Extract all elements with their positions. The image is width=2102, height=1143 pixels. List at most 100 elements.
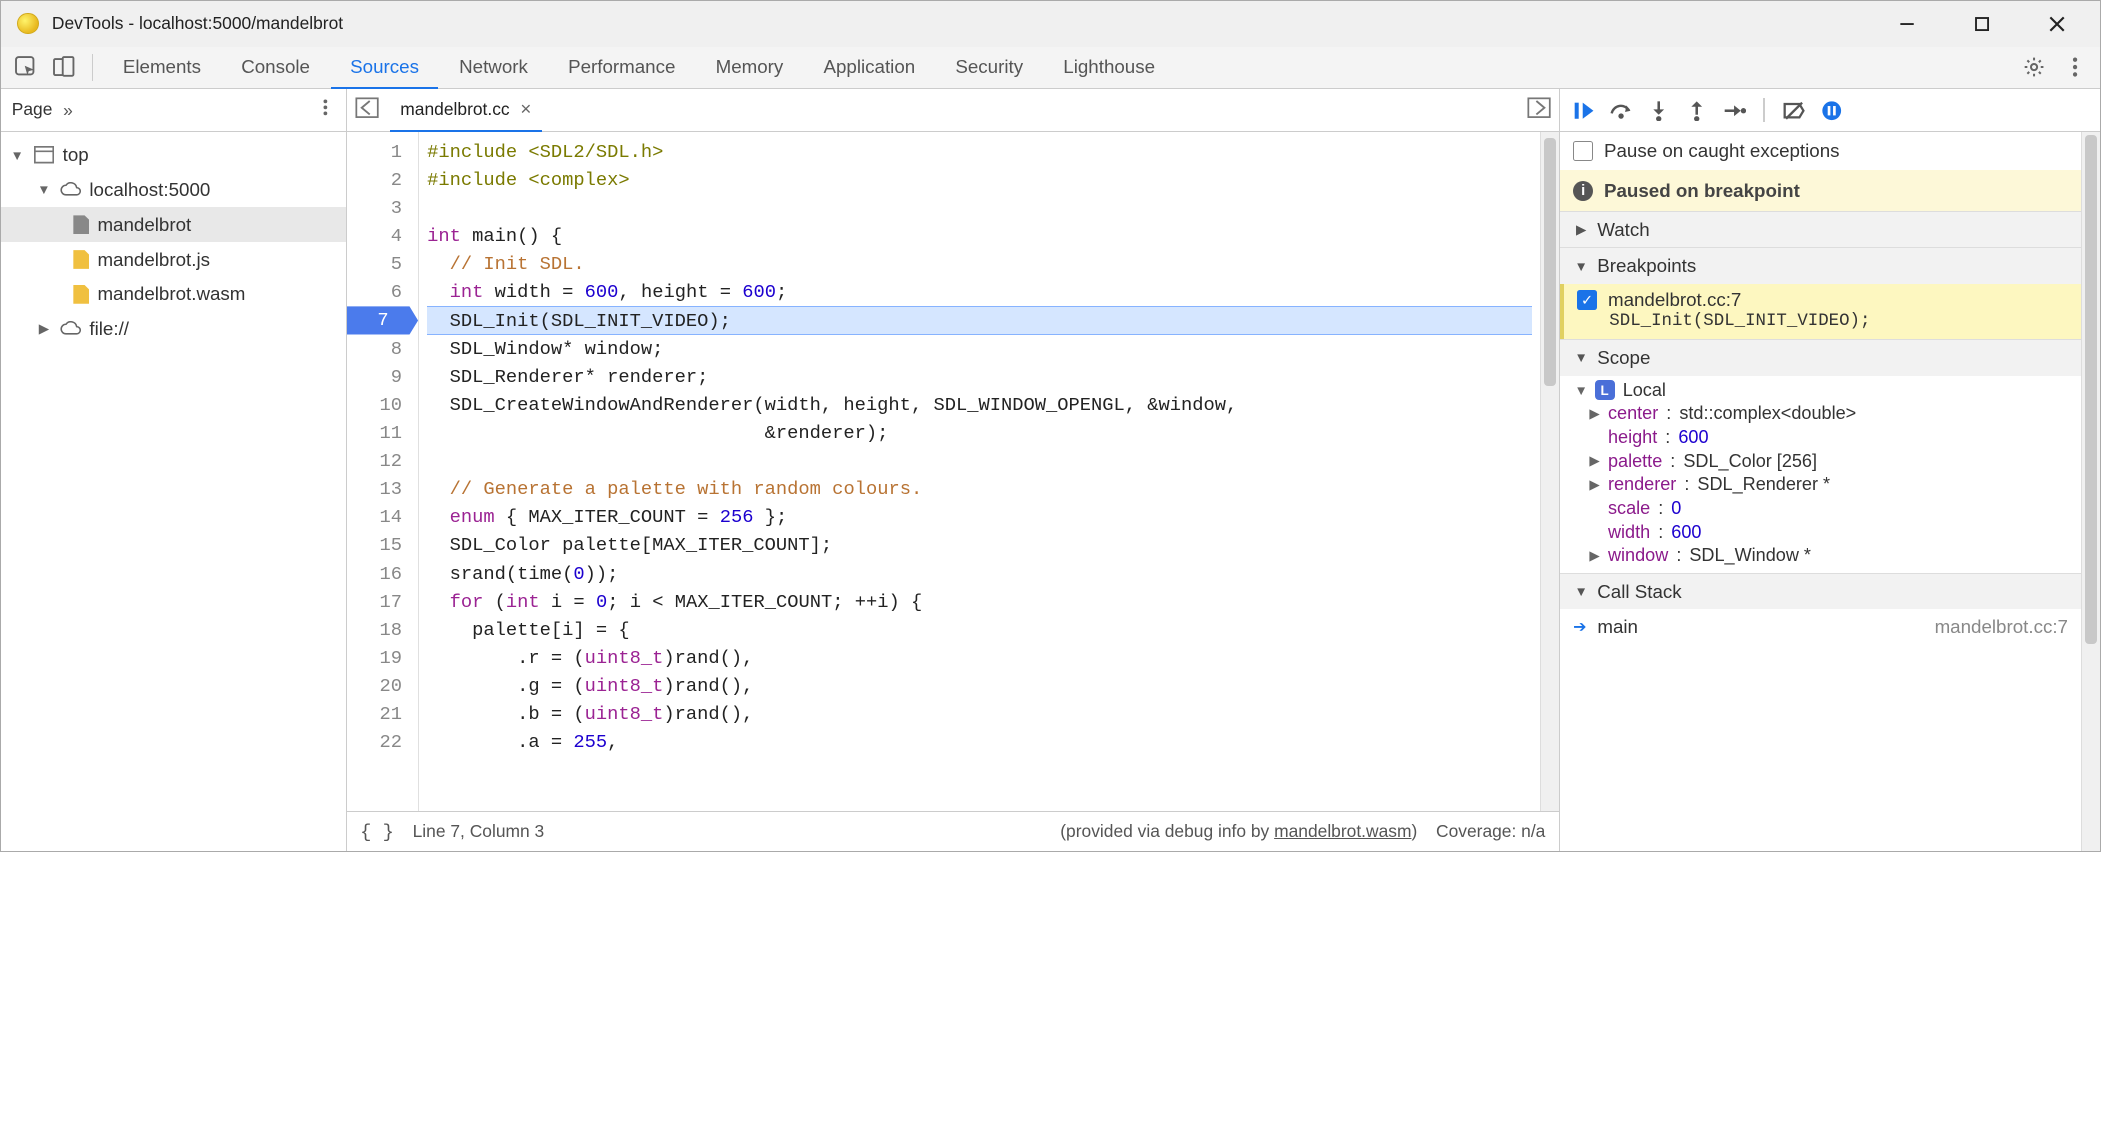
pause-on-caught-row[interactable]: Pause on caught exceptions: [1560, 132, 2082, 170]
scope-body: L Local center: std::complex<double>heig…: [1560, 376, 2082, 573]
open-file-tab[interactable]: mandelbrot.cc ×: [390, 89, 542, 132]
tree-node-file-scheme[interactable]: file://: [1, 312, 346, 347]
current-frame-icon: ➔: [1573, 617, 1586, 637]
local-badge-icon: L: [1595, 380, 1615, 400]
tree-node-file-wasm[interactable]: mandelbrot.wasm: [1, 277, 346, 312]
step-over-icon[interactable]: [1605, 94, 1637, 126]
section-watch[interactable]: Watch: [1560, 211, 2082, 247]
resume-button-icon[interactable]: [1568, 94, 1600, 126]
toggle-navigator-icon[interactable]: [355, 97, 379, 123]
disclosure-triangle-icon[interactable]: [1587, 548, 1603, 564]
disclosure-triangle-icon[interactable]: [1587, 477, 1603, 493]
toggle-debugger-icon[interactable]: [1527, 97, 1551, 123]
more-menu-icon[interactable]: [2057, 50, 2092, 85]
breakpoint-checkbox[interactable]: ✓: [1577, 290, 1597, 310]
scope-var-row[interactable]: width: 600: [1560, 520, 2082, 544]
scope-var-row[interactable]: scale: 0: [1560, 497, 2082, 521]
line-gutter[interactable]: 12345678910111213141516171819202122: [347, 132, 419, 811]
tab-application[interactable]: Application: [805, 46, 934, 89]
editor-scrollbar[interactable]: [1540, 132, 1559, 811]
disclosure-triangle-icon[interactable]: [1573, 350, 1589, 365]
disclosure-triangle-icon[interactable]: [36, 321, 52, 337]
tab-console[interactable]: Console: [222, 46, 328, 89]
file-tree: top localhost:5000 mandelbrot: [1, 132, 346, 851]
scrollbar-thumb[interactable]: [2085, 135, 2097, 644]
editor-statusbar: { } Line 7, Column 3 (provided via debug…: [347, 811, 1559, 851]
tree-node-file-html[interactable]: mandelbrot: [1, 207, 346, 242]
debugger-pane: Pause on caught exceptions i Paused on b…: [1559, 89, 2100, 851]
window-close-button[interactable]: [2038, 6, 2076, 41]
scrollbar-thumb[interactable]: [1544, 138, 1556, 386]
debug-info-source: (provided via debug info by mandelbrot.w…: [1060, 821, 1417, 842]
tab-network[interactable]: Network: [440, 46, 546, 89]
navigator-more-menu-icon[interactable]: [316, 98, 335, 122]
info-icon: i: [1573, 181, 1593, 201]
close-tab-icon[interactable]: ×: [520, 98, 531, 120]
breakpoint-item[interactable]: ✓ mandelbrot.cc:7 SDL_Init(SDL_INIT_VIDE…: [1560, 284, 2082, 339]
navigator-more-tabs[interactable]: »: [63, 100, 73, 121]
section-callstack[interactable]: Call Stack: [1560, 573, 2082, 609]
scope-var-row[interactable]: height: 600: [1560, 426, 2082, 450]
pretty-print-icon[interactable]: { }: [360, 821, 394, 843]
disclosure-triangle-icon[interactable]: [9, 148, 25, 163]
wasm-file-icon: [73, 285, 89, 304]
tree-label-file: mandelbrot.js: [97, 249, 210, 271]
pause-on-caught-checkbox[interactable]: [1573, 141, 1593, 161]
tab-memory[interactable]: Memory: [697, 46, 802, 89]
tree-label-file: mandelbrot.wasm: [97, 283, 245, 305]
settings-gear-icon[interactable]: [2017, 50, 2052, 85]
tab-sources[interactable]: Sources: [331, 46, 437, 89]
tab-security[interactable]: Security: [937, 46, 1042, 89]
deactivate-breakpoints-icon[interactable]: [1778, 94, 1810, 126]
window-title: DevTools - localhost:5000/mandelbrot: [52, 13, 343, 34]
window-minimize-button[interactable]: [1888, 6, 1926, 41]
scope-var-row[interactable]: center: std::complex<double>: [1560, 402, 2082, 426]
scope-var-value: 600: [1678, 427, 1708, 448]
section-scope-label: Scope: [1597, 347, 1650, 369]
scope-var-name: scale: [1608, 498, 1650, 519]
debugger-scrollbar[interactable]: [2081, 132, 2100, 851]
disclosure-triangle-icon[interactable]: [1587, 453, 1603, 469]
scope-var-name: height: [1608, 427, 1657, 448]
scope-var-value: std::complex<double>: [1679, 403, 1856, 424]
scope-var-value: SDL_Window *: [1689, 545, 1811, 566]
section-scope[interactable]: Scope: [1560, 339, 2082, 375]
scope-local-header[interactable]: L Local: [1560, 378, 2082, 402]
tab-performance[interactable]: Performance: [549, 46, 694, 89]
disclosure-triangle-icon[interactable]: [1573, 383, 1589, 398]
scope-var-row[interactable]: renderer: SDL_Renderer *: [1560, 473, 2082, 497]
disclosure-triangle-icon[interactable]: [1573, 584, 1589, 599]
disclosure-triangle-icon[interactable]: [1573, 259, 1589, 274]
tab-lighthouse[interactable]: Lighthouse: [1045, 46, 1174, 89]
devtools-window: DevTools - localhost:5000/mandelbrot Ele…: [0, 0, 2101, 852]
breakpoint-location: mandelbrot.cc:7: [1608, 289, 1741, 311]
disclosure-triangle-icon[interactable]: [36, 182, 52, 197]
section-breakpoints[interactable]: Breakpoints: [1560, 247, 2082, 283]
callstack-location: mandelbrot.cc:7: [1935, 616, 2068, 638]
window-maximize-button[interactable]: [1963, 6, 2001, 41]
step-icon[interactable]: [1718, 94, 1750, 126]
breakpoint-detail: SDL_Init(SDL_INIT_VIDEO);: [1577, 311, 2068, 331]
scope-var-row[interactable]: window: SDL_Window *: [1560, 544, 2082, 568]
callstack-frame[interactable]: ➔ main mandelbrot.cc:7: [1560, 609, 2082, 644]
scope-var-row[interactable]: palette: SDL_Color [256]: [1560, 449, 2082, 473]
device-toolbar-icon[interactable]: [47, 50, 82, 85]
step-into-icon[interactable]: [1643, 94, 1675, 126]
inspect-element-icon[interactable]: [9, 50, 44, 85]
tree-node-file-js[interactable]: mandelbrot.js: [1, 242, 346, 277]
debug-info-link[interactable]: mandelbrot.wasm: [1274, 821, 1411, 841]
tree-node-top[interactable]: top: [1, 138, 346, 173]
tree-node-host[interactable]: localhost:5000: [1, 172, 346, 207]
pause-on-exceptions-icon[interactable]: [1816, 94, 1848, 126]
disclosure-triangle-icon[interactable]: [1587, 406, 1603, 422]
navigator-tab-page[interactable]: Page: [12, 99, 53, 122]
code-content[interactable]: #include <SDL2/SDL.h>#include <complex>i…: [419, 132, 1540, 811]
code-editor[interactable]: 12345678910111213141516171819202122 #inc…: [347, 132, 1559, 811]
scope-var-value: SDL_Color [256]: [1683, 451, 1817, 472]
devtools-tabstrip: Elements Console Sources Network Perform…: [1, 47, 2100, 90]
window-titlebar: DevTools - localhost:5000/mandelbrot: [1, 1, 2100, 47]
tab-elements[interactable]: Elements: [104, 46, 220, 89]
step-out-icon[interactable]: [1680, 94, 1712, 126]
cloud-icon: [60, 318, 81, 339]
disclosure-triangle-icon[interactable]: [1573, 222, 1589, 238]
